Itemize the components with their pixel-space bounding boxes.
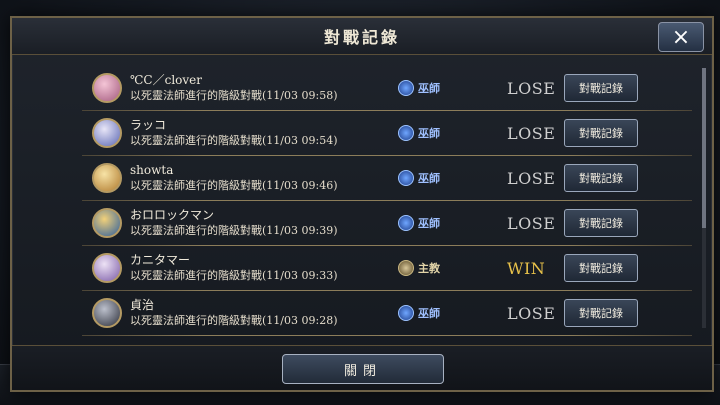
class-label: 巫師 [418,127,440,140]
record-row: showta 以死靈法師進行的階級對戰(11/03 09:46) 巫師 LOSE… [82,156,692,201]
opponent-class: 巫師 [398,305,440,321]
record-description: 以死靈法師進行的階級對戰(11/03 09:46) [130,179,338,192]
player-name: 貞治 [130,298,155,312]
class-label: 巫師 [418,307,440,320]
avatar [92,73,122,103]
modal-footer: 關閉 [12,345,712,390]
record-info: おロロックマン 以死靈法師進行的階級對戰(11/03 09:39) [130,207,390,239]
wizard-class-icon [398,80,414,96]
record-info: showta 以死靈法師進行的階級對戰(11/03 09:46) [130,162,390,194]
result-label: LOSE [507,303,556,323]
opponent-class: 巫師 [398,170,440,186]
class-label: 巫師 [418,217,440,230]
result-label: WIN [507,258,546,278]
result-label: LOSE [507,78,556,98]
close-dialog-button[interactable]: 關閉 [282,354,444,384]
list-scrollbar[interactable] [702,68,706,328]
record-row: ℃C／clover 以死靈法師進行的階級對戰(11/03 09:58) 巫師 L… [82,66,692,111]
record-info: 貞治 以死靈法師進行的階級對戰(11/03 09:28) [130,297,390,329]
result-label: LOSE [507,213,556,233]
class-label: 巫師 [418,172,440,185]
modal-header: 對戰記錄 × [12,18,712,55]
close-icon: × [671,24,691,50]
record-info: ラッコ 以死靈法師進行的階級對戰(11/03 09:54) [130,117,390,149]
record-info: カニタマー 以死靈法師進行的階級對戰(11/03 09:33) [130,252,390,284]
battle-record-button[interactable]: 對戰記錄 [564,119,638,147]
wizard-class-icon [398,170,414,186]
battle-record-button[interactable]: 對戰記錄 [564,164,638,192]
opponent-class: 巫師 [398,80,440,96]
class-label: 主教 [418,262,440,275]
avatar [92,298,122,328]
record-description: 以死靈法師進行的階級對戰(11/03 09:58) [130,89,338,102]
record-info: ℃C／clover 以死靈法師進行的階級對戰(11/03 09:58) [130,72,390,104]
record-description: 以死靈法師進行的階級對戰(11/03 09:54) [130,134,338,147]
battle-record-button[interactable]: 對戰記錄 [564,209,638,237]
record-row: 貞治 以死靈法師進行的階級對戰(11/03 09:28) 巫師 LOSE 對戰記… [82,291,692,336]
player-name: ℃C／clover [130,73,203,87]
close-button[interactable]: × [658,22,704,52]
battle-record-button[interactable]: 對戰記錄 [564,254,638,282]
avatar [92,253,122,283]
record-description: 以死靈法師進行的階級對戰(11/03 09:28) [130,314,338,327]
wizard-class-icon [398,125,414,141]
opponent-class: 巫師 [398,125,440,141]
record-description: 以死靈法師進行的階級對戰(11/03 09:33) [130,269,338,282]
record-row: カニタマー 以死靈法師進行的階級對戰(11/03 09:33) 主教 WIN 對… [82,246,692,291]
avatar [92,118,122,148]
bishop-class-icon [398,260,414,276]
battle-record-modal: 對戰記錄 × ℃C／clover 以死靈法師進行的階級對戰(11/03 09:5… [10,16,714,392]
wizard-class-icon [398,305,414,321]
result-label: LOSE [507,123,556,143]
scrollbar-thumb[interactable] [702,68,706,228]
record-description: 以死靈法師進行的階級對戰(11/03 09:39) [130,224,338,237]
result-label: LOSE [507,168,556,188]
battle-record-list[interactable]: ℃C／clover 以死靈法師進行的階級對戰(11/03 09:58) 巫師 L… [82,66,692,358]
wizard-class-icon [398,215,414,231]
record-row: おロロックマン 以死靈法師進行的階級對戰(11/03 09:39) 巫師 LOS… [82,201,692,246]
avatar [92,163,122,193]
avatar [92,208,122,238]
player-name: おロロックマン [130,208,215,222]
record-row: ラッコ 以死靈法師進行的階級對戰(11/03 09:54) 巫師 LOSE 對戰… [82,111,692,156]
battle-record-button[interactable]: 對戰記錄 [564,74,638,102]
modal-title: 對戰記錄 [323,28,400,47]
opponent-class: 巫師 [398,215,440,231]
player-name: showta [130,163,174,177]
class-label: 巫師 [418,82,440,95]
player-name: カニタマー [130,253,191,267]
player-name: ラッコ [130,118,167,132]
opponent-class: 主教 [398,260,440,276]
battle-record-button[interactable]: 對戰記錄 [564,299,638,327]
